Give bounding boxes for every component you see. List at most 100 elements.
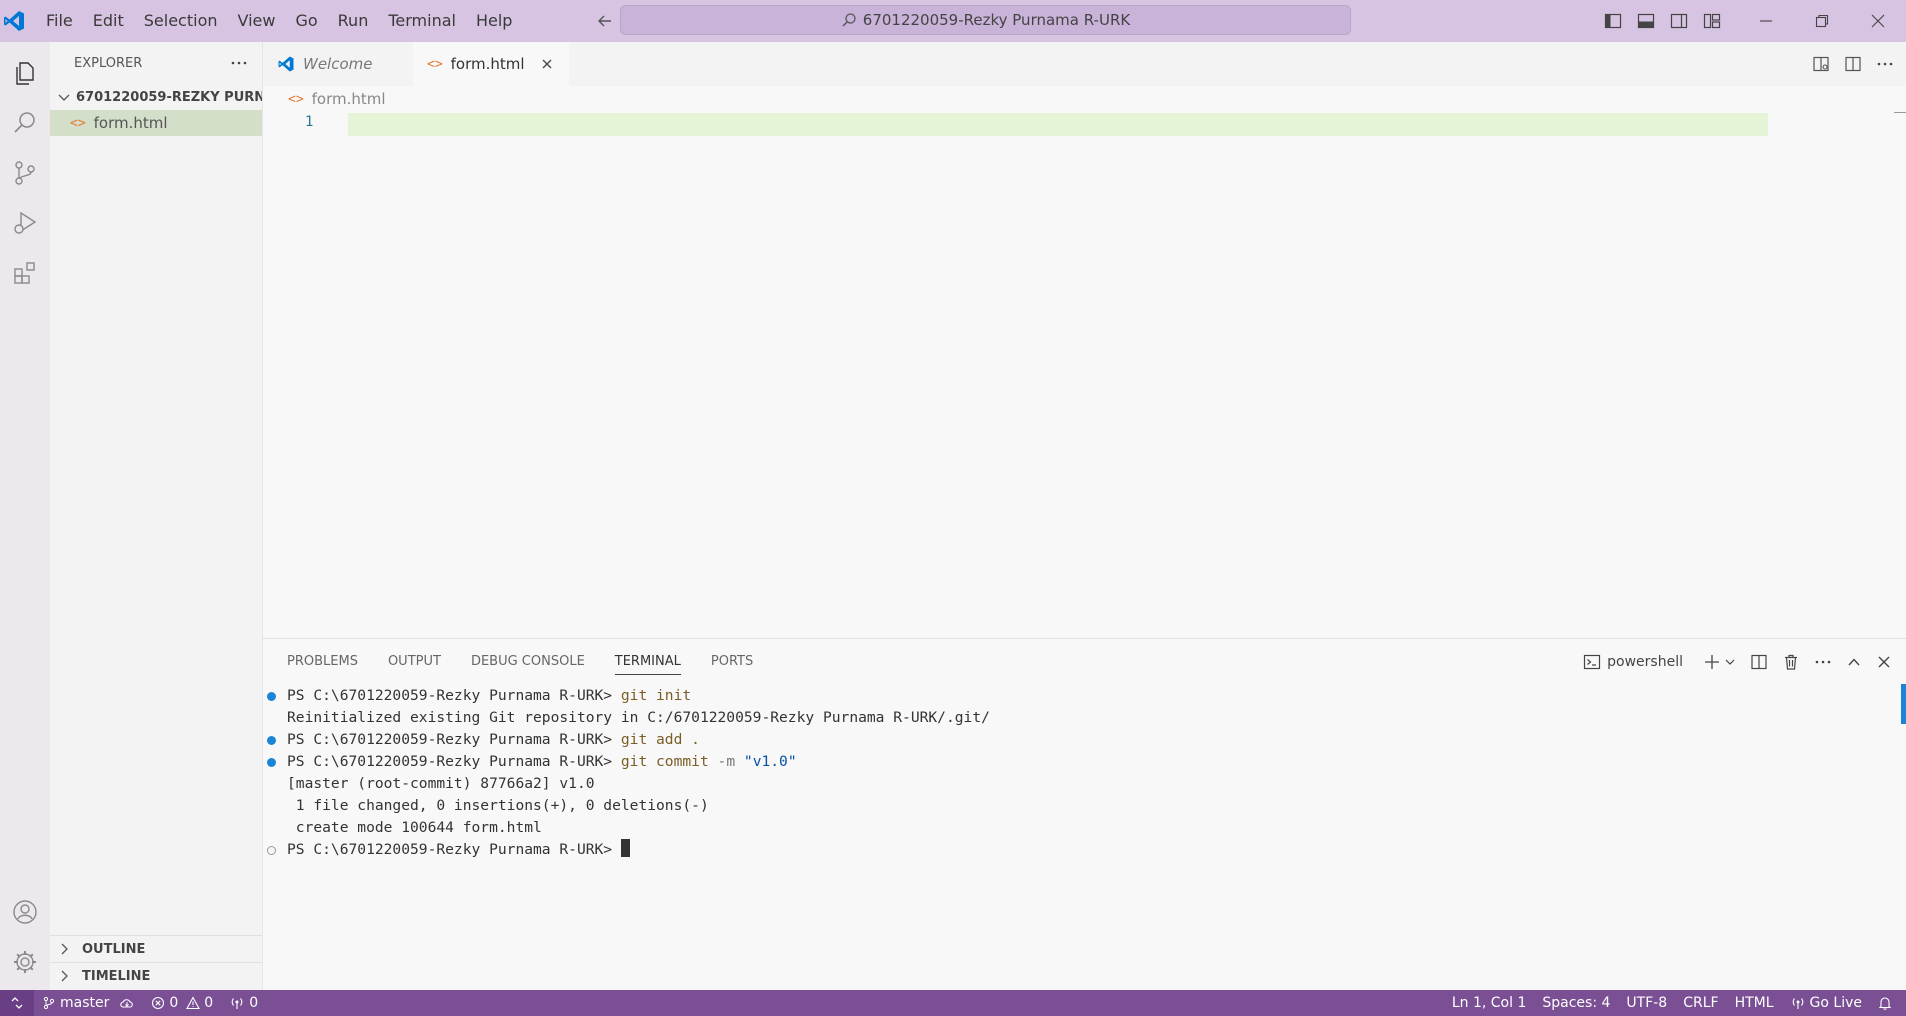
menu-help[interactable]: Help: [466, 0, 522, 42]
minimap[interactable]: [1894, 112, 1906, 113]
restore-icon[interactable]: [1794, 0, 1850, 42]
command-success-dot[interactable]: [267, 736, 276, 745]
timeline-section[interactable]: TIMELINE: [50, 962, 262, 989]
back-arrow-icon[interactable]: [594, 10, 616, 32]
vscode-logo-icon: [277, 55, 295, 73]
editor-tab-bar: Welcome <> form.html: [263, 42, 1906, 86]
new-terminal-icon[interactable]: [1704, 654, 1736, 670]
customize-layout-icon[interactable]: [1695, 0, 1728, 42]
shell-name: powershell: [1607, 654, 1683, 670]
chevron-right-icon: [56, 968, 72, 984]
cursor-position[interactable]: Ln 1, Col 1: [1444, 990, 1535, 1016]
remote-indicator-icon[interactable]: [0, 990, 34, 1016]
go-live-button[interactable]: Go Live: [1782, 990, 1870, 1016]
settings-gear-icon[interactable]: [0, 938, 50, 986]
menu-go[interactable]: Go: [285, 0, 327, 42]
tab-terminal[interactable]: TERMINAL: [614, 639, 682, 685]
tab-problems[interactable]: PROBLEMS: [287, 639, 358, 685]
problems-counter[interactable]: 0 0: [143, 990, 221, 1016]
current-line-highlight: [348, 113, 1768, 136]
chevron-right-icon: [56, 941, 72, 957]
split-terminal-icon[interactable]: [1750, 653, 1768, 671]
outline-section[interactable]: OUTLINE: [50, 935, 262, 962]
error-icon: [151, 996, 165, 1010]
run-debug-icon[interactable]: [0, 199, 50, 247]
toggle-panel-icon[interactable]: [1629, 0, 1662, 42]
broadcast-icon: [1790, 996, 1806, 1010]
vscode-logo-icon: [2, 9, 26, 33]
tab-ports[interactable]: PORTS: [711, 639, 753, 685]
indentation[interactable]: Spaces: 4: [1534, 990, 1618, 1016]
search-icon: [841, 12, 857, 28]
ports-indicator[interactable]: 0: [221, 990, 266, 1016]
tab-welcome[interactable]: Welcome: [263, 42, 413, 86]
tab-form-html[interactable]: <> form.html: [413, 42, 569, 86]
error-count: 0: [169, 995, 179, 1011]
menu-run[interactable]: Run: [328, 0, 379, 42]
command-success-dot[interactable]: [267, 758, 276, 767]
tab-label: form.html: [450, 55, 525, 73]
activity-bar: [0, 42, 50, 990]
trash-icon[interactable]: [1782, 653, 1800, 671]
chevron-down-icon: [56, 89, 72, 105]
close-panel-icon[interactable]: [1876, 654, 1892, 670]
sync-cloud-icon[interactable]: [119, 996, 135, 1010]
menu-bar: File Edit Selection View Go Run Terminal…: [36, 0, 522, 42]
tab-output[interactable]: OUTPUT: [388, 639, 441, 685]
more-actions-icon[interactable]: [1876, 55, 1894, 73]
terminal-cursor: [620, 839, 630, 857]
warning-icon: [186, 996, 201, 1010]
end-of-line[interactable]: CRLF: [1675, 990, 1726, 1016]
sidebar-title: EXPLORER: [74, 55, 143, 71]
command-success-dot[interactable]: [267, 692, 276, 701]
menu-view[interactable]: View: [228, 0, 286, 42]
command-center-text: 6701220059-Rezky Purnama R-URK: [862, 11, 1131, 29]
line-number: 1: [305, 114, 314, 130]
source-control-icon[interactable]: [0, 149, 50, 197]
code-editor[interactable]: 1: [263, 110, 1906, 638]
explorer-files-icon[interactable]: [0, 49, 50, 97]
command-pending-dot: [267, 846, 276, 855]
command-center-search[interactable]: 6701220059-Rezky Purnama R-URK: [620, 5, 1351, 35]
terminal-line: [master (root-commit) 87766a2] v1.0: [287, 775, 595, 792]
close-window-icon[interactable]: [1850, 0, 1906, 42]
html-file-icon: <>: [288, 91, 304, 107]
terminal-scrollbar[interactable]: [1901, 684, 1906, 724]
menu-terminal[interactable]: Terminal: [378, 0, 466, 42]
outline-label: OUTLINE: [82, 941, 146, 957]
go-live-label: Go Live: [1809, 995, 1862, 1011]
status-bar: master 0 0 0 Ln 1, Col 1 Spaces: 4 UTF-8…: [0, 990, 1906, 1016]
menu-edit[interactable]: Edit: [83, 0, 134, 42]
file-item-form-html[interactable]: <> form.html: [50, 110, 262, 136]
bottom-panel: PROBLEMS OUTPUT DEBUG CONSOLE TERMINAL P…: [263, 638, 1906, 990]
terminal-line: PS C:\6701220059-Rezky Purnama R-URK> gi…: [267, 751, 990, 773]
breadcrumb-file[interactable]: form.html: [312, 90, 386, 108]
extensions-icon[interactable]: [0, 249, 50, 297]
file-name: form.html: [93, 114, 168, 132]
toggle-primary-sidebar-icon[interactable]: [1596, 0, 1629, 42]
encoding[interactable]: UTF-8: [1618, 990, 1675, 1016]
terminal-output[interactable]: PS C:\6701220059-Rezky Purnama R-URK> gi…: [267, 685, 990, 861]
language-mode[interactable]: HTML: [1727, 990, 1782, 1016]
split-editor-icon[interactable]: [1844, 55, 1862, 73]
notifications-bell-icon[interactable]: [1870, 990, 1900, 1016]
tab-debug-console[interactable]: DEBUG CONSOLE: [471, 639, 585, 685]
terminal-line: PS C:\6701220059-Rezky Purnama R-URK> gi…: [267, 729, 990, 751]
accounts-icon[interactable]: [0, 888, 50, 936]
search-icon[interactable]: [0, 99, 50, 147]
menu-selection[interactable]: Selection: [134, 0, 228, 42]
open-preview-icon[interactable]: [1812, 55, 1830, 73]
maximize-panel-icon[interactable]: [1846, 654, 1862, 670]
toggle-secondary-sidebar-icon[interactable]: [1662, 0, 1695, 42]
minimize-icon[interactable]: [1738, 0, 1794, 42]
terminal-shell-selector[interactable]: powershell: [1576, 649, 1690, 675]
html-file-icon: <>: [70, 115, 86, 131]
close-tab-icon[interactable]: [539, 56, 555, 72]
more-actions-icon[interactable]: [1814, 653, 1832, 671]
workspace-folder[interactable]: 6701220059-REZKY PURN...: [50, 84, 262, 110]
breadcrumb[interactable]: <> form.html: [288, 90, 386, 108]
git-branch[interactable]: master: [34, 990, 143, 1016]
explorer-sidebar: EXPLORER 6701220059-REZKY PURN... <> for…: [50, 42, 263, 990]
menu-file[interactable]: File: [36, 0, 83, 42]
more-actions-icon[interactable]: [230, 54, 248, 72]
